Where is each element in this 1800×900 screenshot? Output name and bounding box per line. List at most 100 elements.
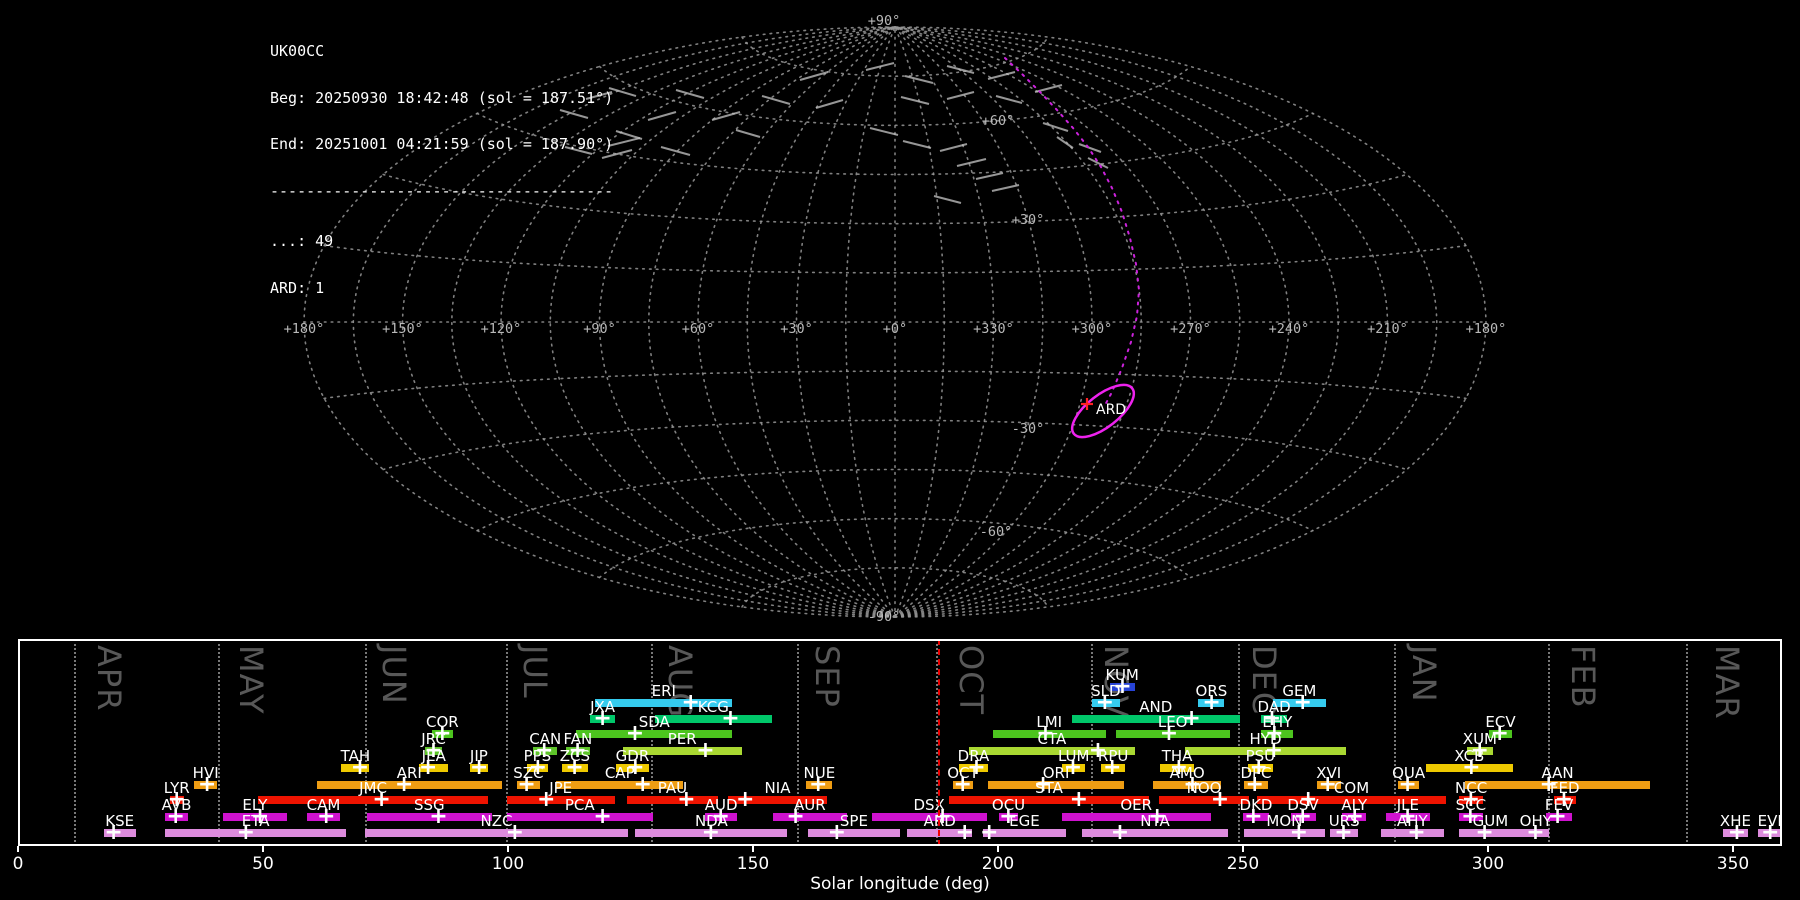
- current-sol-line: [938, 639, 940, 846]
- shower-label: MON: [1266, 812, 1302, 830]
- shower-bar: [1082, 829, 1229, 837]
- shower-bar: [165, 829, 346, 837]
- month-boundary-line: [1686, 639, 1688, 846]
- shower-label: ORS: [1196, 682, 1228, 700]
- shower-label: PAU: [658, 779, 687, 797]
- month-boundary-line: [218, 639, 220, 846]
- shower-label: PPS: [524, 747, 552, 765]
- sporadic-count: ...: 49: [270, 234, 613, 250]
- latitude-label: -30°: [1012, 421, 1045, 437]
- shower-label: STA: [1035, 779, 1063, 797]
- meteor-trail-segment: [1088, 158, 1108, 168]
- axis-tick: [17, 846, 19, 852]
- shower-label: LEO: [1158, 713, 1188, 731]
- shower-label: ZCS: [560, 747, 590, 765]
- axis-tick: [752, 846, 754, 852]
- shower-label: SLD: [1091, 682, 1120, 700]
- shower-label: NOO: [1187, 779, 1222, 797]
- shower-label: LYR: [164, 779, 190, 797]
- shower-bar: [365, 829, 628, 837]
- month-label-jan: JAN: [1405, 645, 1443, 703]
- shower-bar: [1159, 796, 1249, 804]
- pole-latitude-label: -90°: [868, 609, 901, 625]
- month-label-apr: APR: [90, 645, 128, 711]
- equator-longitude-label: +30°: [780, 321, 813, 337]
- meteor-trail-segment: [947, 66, 974, 73]
- shower-label: ECV: [1485, 713, 1515, 731]
- month-label-feb: FEB: [1564, 645, 1602, 709]
- peak-marker: +: [1070, 789, 1088, 811]
- month-label-may: MAY: [232, 645, 270, 715]
- meteor-trail-segment: [934, 196, 961, 203]
- latitude-label: +60°: [982, 113, 1015, 129]
- peak-marker: +: [980, 822, 998, 844]
- axis-tick-label: 350: [1717, 854, 1749, 874]
- axis-tick-label: 150: [737, 854, 769, 874]
- shower-label: JRC: [421, 730, 446, 748]
- x-axis: Solar longitude (deg) 050100150200250300…: [18, 846, 1782, 900]
- shower-bar: [808, 829, 900, 837]
- shower-label: SPE: [840, 812, 868, 830]
- peak-marker: +: [955, 822, 973, 844]
- separator-line: --------------------------------------: [270, 184, 613, 200]
- shower-label: ARI: [397, 764, 422, 782]
- shower-label: CAP: [605, 764, 635, 782]
- shower-label: OHY: [1520, 812, 1552, 830]
- shower-label: AUR: [794, 796, 826, 814]
- shower-label: COR: [426, 713, 459, 731]
- meteor-trail-segment: [940, 144, 967, 151]
- axis-tick-label: 200: [982, 854, 1014, 874]
- shower-bar: [1062, 813, 1211, 821]
- shower-label: XHE: [1720, 812, 1751, 830]
- shower-label: EGE: [1009, 812, 1040, 830]
- peak-marker: +: [736, 789, 754, 811]
- shower-label: EVI: [1758, 812, 1782, 830]
- shower-label: COM: [1334, 779, 1369, 797]
- month-boundary-line: [74, 639, 76, 846]
- graticule-parallel: [742, 37, 1048, 76]
- shower-bar: [1244, 829, 1325, 837]
- shower-label: FED: [1550, 779, 1580, 797]
- month-boundary-line: [1238, 639, 1240, 846]
- shower-label: CAM: [307, 796, 341, 814]
- meteor-trail-segment: [957, 159, 986, 166]
- equator-longitude-label: +60°: [682, 321, 715, 337]
- ard-count: ARD: 1: [270, 281, 613, 297]
- axis-tick: [262, 846, 264, 852]
- meteor-trail-segment: [661, 147, 690, 155]
- meteor-trail-segment: [992, 185, 1019, 191]
- equator-longitude-label: +240°: [1269, 321, 1310, 337]
- shower-label: LUM: [1058, 747, 1090, 765]
- shower-label: RPU: [1098, 747, 1128, 765]
- shower-bar: [655, 715, 772, 723]
- graticule-parallel: [600, 67, 1191, 126]
- shower-label: NIA: [765, 779, 791, 797]
- equator-longitude-label: +300°: [1072, 321, 1113, 337]
- equator-longitude-label: +270°: [1170, 321, 1211, 337]
- shower-label: SSG: [414, 796, 445, 814]
- shower-label: HYD: [1250, 730, 1282, 748]
- shower-label: NTA: [1140, 812, 1169, 830]
- axis-tick-label: 0: [13, 854, 24, 874]
- shower-label: QUA: [1392, 764, 1425, 782]
- shower-label: CTA: [1038, 730, 1067, 748]
- shower-label: SZC: [513, 764, 543, 782]
- meteor-trail-segment: [905, 76, 933, 83]
- meteor-trail-segment: [712, 112, 740, 120]
- shower-label: ERI: [652, 682, 676, 700]
- shower-label: JPE: [549, 779, 572, 797]
- shower-label: GDR: [616, 747, 650, 765]
- latitude-label: -60°: [980, 524, 1013, 540]
- meteor-trail-segment: [901, 97, 929, 104]
- shower-label: JXA: [590, 698, 615, 716]
- shower-label: PCA: [565, 796, 595, 814]
- shower-label: KSE: [105, 812, 134, 830]
- shower-label: SDA: [639, 713, 670, 731]
- meteor-trail-segment: [903, 141, 931, 148]
- shower-label: GUM: [1473, 812, 1509, 830]
- axis-tick: [1487, 846, 1489, 852]
- session-begin: Beg: 20250930 18:42:48 (sol = 187.51°): [270, 91, 613, 107]
- month-label-mar: MAR: [1708, 645, 1746, 720]
- latitude-label: +30°: [1012, 212, 1045, 228]
- shower-label: EHY: [1262, 713, 1292, 731]
